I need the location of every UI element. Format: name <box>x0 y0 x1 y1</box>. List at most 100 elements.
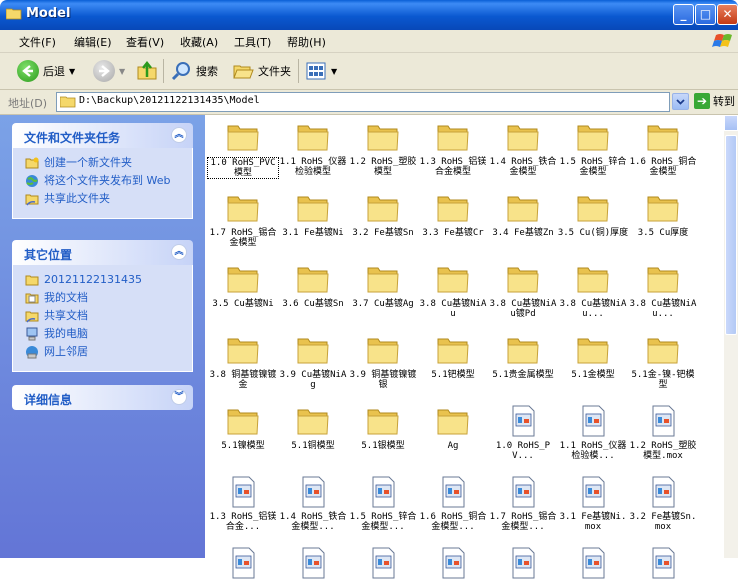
forward-button[interactable]: ▼ <box>93 59 125 83</box>
collapse-icon[interactable]: ︽ <box>171 244 187 260</box>
folder-item[interactable]: 3.7 Cu基镀Ag <box>347 262 419 309</box>
folder-item[interactable]: 3.1 Fe基镀Ni <box>277 191 349 238</box>
folder-item[interactable]: 3.8 铜基镀镍镀金 <box>207 333 279 390</box>
folder-item[interactable]: Ag <box>417 404 489 451</box>
place-my-computer[interactable]: 我的电脑 <box>25 327 192 341</box>
folder-item[interactable]: 3.8 Cu基镀NiAu <box>417 262 489 319</box>
place-shared-documents[interactable]: 共享文档 <box>25 309 192 323</box>
menu-help[interactable]: 帮助(H) <box>287 34 326 50</box>
file-item[interactable] <box>487 546 559 583</box>
chevron-down-icon[interactable]: ▼ <box>331 67 337 76</box>
chevron-down-icon[interactable]: ▼ <box>119 67 125 76</box>
menu-edit[interactable]: 编辑(E) <box>74 34 112 50</box>
item-label: 1.7 RoHS_锡合金模型... <box>489 512 557 532</box>
views-button[interactable]: ▼ <box>305 59 337 83</box>
place-my-documents[interactable]: 我的文档 <box>25 291 192 305</box>
folder-item[interactable]: 3.9 Cu基镀NiAg <box>277 333 349 390</box>
minimize-button[interactable]: _ <box>673 4 694 25</box>
file-item[interactable] <box>627 546 699 583</box>
address-input[interactable]: D:\Backup\20121122131435\Model <box>56 92 670 112</box>
folder-icon <box>6 8 22 20</box>
file-item[interactable]: 3.1 Fe基镀Ni.mox <box>557 475 629 532</box>
details-header[interactable]: 详细信息 ︾ <box>12 385 193 410</box>
folder-item[interactable]: 3.5 Cu(铜)厚度 <box>557 191 629 238</box>
folder-item[interactable]: 5.1铜模型 <box>277 404 349 451</box>
other-places-header[interactable]: 其它位置 ︽ <box>12 240 193 265</box>
search-button[interactable]: 搜索 <box>170 59 218 83</box>
file-item[interactable] <box>207 546 279 583</box>
file-item[interactable]: 1.7 RoHS_锡合金模型... <box>487 475 559 532</box>
scroll-up-button[interactable] <box>724 115 738 131</box>
folder-item[interactable]: 3.8 Cu基镀NiAu镀Pd <box>487 262 559 319</box>
maximize-button[interactable]: □ <box>695 4 716 25</box>
file-item[interactable]: 1.4 RoHS_铁合金模型... <box>277 475 349 532</box>
folder-item[interactable]: 5.1钯模型 <box>417 333 489 380</box>
item-label: 1.5 RoHS_锌合金模型 <box>559 157 627 177</box>
folder-item[interactable]: 3.8 Cu基镀NiAu... <box>627 262 699 319</box>
document-icon <box>295 546 331 580</box>
folder-item[interactable]: 3.6 Cu基镀Sn <box>277 262 349 309</box>
folder-icon <box>435 120 471 154</box>
menu-view[interactable]: 查看(V) <box>126 34 164 50</box>
folder-item[interactable]: 1.7 RoHS_锡合金模型 <box>207 191 279 248</box>
folder-item[interactable]: 5.1金模型 <box>557 333 629 380</box>
goto-label: 转到 <box>713 95 735 108</box>
folder-item[interactable]: 3.8 Cu基镀NiAu... <box>557 262 629 319</box>
menu-tools[interactable]: 工具(T) <box>234 34 271 50</box>
folder-icon <box>295 191 331 225</box>
up-folder-button[interactable] <box>136 59 158 83</box>
folder-item[interactable]: 5.1金-镍-钯模型 <box>627 333 699 390</box>
place-network[interactable]: 网上邻居 <box>25 345 192 359</box>
file-item[interactable]: 1.1 RoHS_仪器检验模... <box>557 404 629 461</box>
folder-item[interactable]: 5.1银模型 <box>347 404 419 451</box>
file-item[interactable]: 1.3 RoHS_铝镁合金... <box>207 475 279 532</box>
file-item[interactable] <box>347 546 419 583</box>
goto-button[interactable]: ➔ 转到 <box>694 93 735 109</box>
new-folder-link[interactable]: 创建一个新文件夹 <box>25 156 192 170</box>
folder-item[interactable]: 1.2 RoHS_塑胶模型 <box>347 120 419 177</box>
scroll-thumb[interactable] <box>725 135 737 335</box>
file-item[interactable]: 1.0 RoHS_PV... <box>487 404 559 461</box>
folder-item[interactable]: 3.4 Fe基镀Zn <box>487 191 559 238</box>
folder-item[interactable]: 1.4 RoHS_铁合金模型 <box>487 120 559 177</box>
file-item[interactable]: 1.5 RoHS_锌合金模型... <box>347 475 419 532</box>
folders-button[interactable]: 文件夹 <box>232 59 291 83</box>
file-item[interactable]: 3.2 Fe基镀Sn.mox <box>627 475 699 532</box>
vertical-scrollbar[interactable] <box>724 115 738 558</box>
menu-file[interactable]: 文件(F) <box>19 34 56 50</box>
place-parent-folder[interactable]: 20121122131435 <box>25 273 192 287</box>
folder-item[interactable]: 3.5 Cu基镀Ni <box>207 262 279 309</box>
folders-icon <box>233 65 254 79</box>
folder-item[interactable]: 3.3 Fe基镀Cr <box>417 191 489 238</box>
folder-item[interactable]: 1.3 RoHS_铝镁合金模型 <box>417 120 489 177</box>
file-tasks-header[interactable]: 文件和文件夹任务 ︽ <box>12 123 193 148</box>
menu-favorites[interactable]: 收藏(A) <box>180 34 218 50</box>
close-button[interactable]: ✕ <box>717 4 738 25</box>
file-item[interactable] <box>557 546 629 583</box>
chevron-down-icon[interactable]: ▼ <box>69 67 75 76</box>
folder-item[interactable]: 1.6 RoHS_铜合金模型 <box>627 120 699 177</box>
folder-item[interactable]: 3.5 Cu厚度 <box>627 191 699 238</box>
folder-item[interactable]: 5.1镍模型 <box>207 404 279 451</box>
folder-item[interactable]: 1.0 RoHS_PVC模型 <box>207 120 279 179</box>
file-item[interactable]: 1.2 RoHS_塑胶模型.mox <box>627 404 699 461</box>
folder-item[interactable]: 1.1 RoHS_仪器检验模型 <box>277 120 349 177</box>
item-label: 3.8 Cu基镀NiAu... <box>629 299 697 319</box>
expand-icon[interactable]: ︾ <box>171 389 187 405</box>
collapse-icon[interactable]: ︽ <box>171 127 187 143</box>
documents-icon <box>25 293 39 304</box>
share-folder-link[interactable]: 共享此文件夹 <box>25 192 192 206</box>
folder-item[interactable]: 5.1贵金属模型 <box>487 333 559 380</box>
folder-item[interactable]: 1.5 RoHS_锌合金模型 <box>557 120 629 177</box>
address-dropdown-button[interactable] <box>672 93 689 110</box>
item-label: 3.6 Cu基镀Sn <box>282 299 344 309</box>
back-button[interactable]: 后退 ▼ <box>17 59 75 83</box>
folder-item[interactable]: 3.2 Fe基镀Sn <box>347 191 419 238</box>
file-item[interactable]: 1.6 RoHS_铜合金模型... <box>417 475 489 532</box>
file-item[interactable] <box>277 546 349 583</box>
publish-web-link[interactable]: 将这个文件夹发布到 Web <box>25 174 192 188</box>
folder-item[interactable]: 3.9 铜基镀镍镀银 <box>347 333 419 390</box>
title-bar[interactable]: Model _ □ ✕ <box>0 0 738 30</box>
folder-icon <box>225 262 261 296</box>
file-item[interactable] <box>417 546 489 583</box>
